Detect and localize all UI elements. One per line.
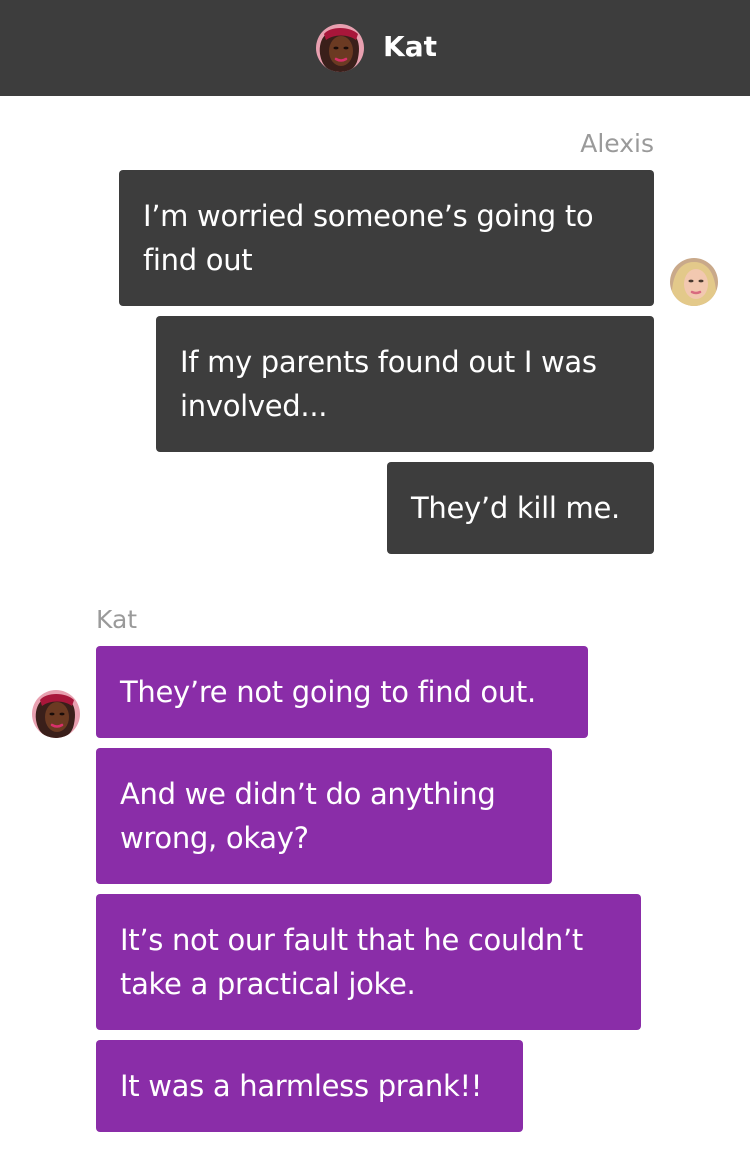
alexis-avatar-icon[interactable] [670, 258, 718, 306]
message-bubble-incoming: It’s not our fault that he couldn’t take … [96, 894, 641, 1030]
chat-header: Kat [0, 0, 750, 96]
sender-label-alexis: Alexis [580, 129, 654, 158]
message-bubble-incoming: And we didn’t do anything wrong, okay? [96, 748, 552, 884]
message-bubble-incoming: It was a harmless prank!! [96, 1040, 523, 1132]
message-bubble-outgoing: If my parents found out I was involved... [156, 316, 654, 452]
message-bubble-outgoing: I’m worried someone’s going to find out [119, 170, 654, 306]
kat-avatar-icon[interactable] [32, 690, 80, 738]
chat-title: Kat [383, 30, 437, 63]
kat-avatar-icon[interactable] [316, 24, 364, 72]
message-bubble-incoming: They’re not going to find out. [96, 646, 588, 738]
message-bubble-outgoing: They’d kill me. [387, 462, 654, 554]
sender-label-kat: Kat [96, 605, 138, 634]
